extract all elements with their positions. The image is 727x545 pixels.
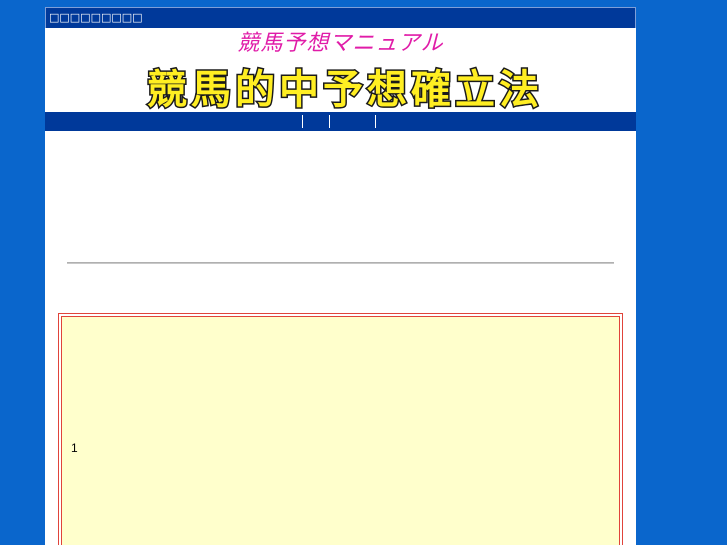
nav-separator	[329, 115, 330, 128]
horizontal-divider	[67, 262, 614, 264]
header-banner: 競馬予想マニュアル 競馬的中予想確立法	[45, 28, 636, 112]
page-container: □□□□□□□□□ 競馬予想マニュアル 競馬的中予想確立法 1	[45, 7, 636, 545]
nav-separator	[375, 115, 376, 128]
nav-bar	[45, 112, 636, 131]
top-bar-text: □□□□□□□□□	[49, 11, 143, 24]
site-title[interactable]: 競馬的中予想確立法	[65, 63, 625, 112]
content-box-text: 1	[71, 441, 78, 455]
top-bar: □□□□□□□□□	[45, 7, 636, 28]
site-subtitle: 競馬予想マニュアル	[237, 31, 444, 56]
nav-separator	[302, 115, 303, 128]
content-box: 1	[58, 313, 623, 545]
content-box-inner: 1	[61, 316, 620, 545]
site-title-text: 競馬的中予想確立法	[147, 67, 543, 111]
